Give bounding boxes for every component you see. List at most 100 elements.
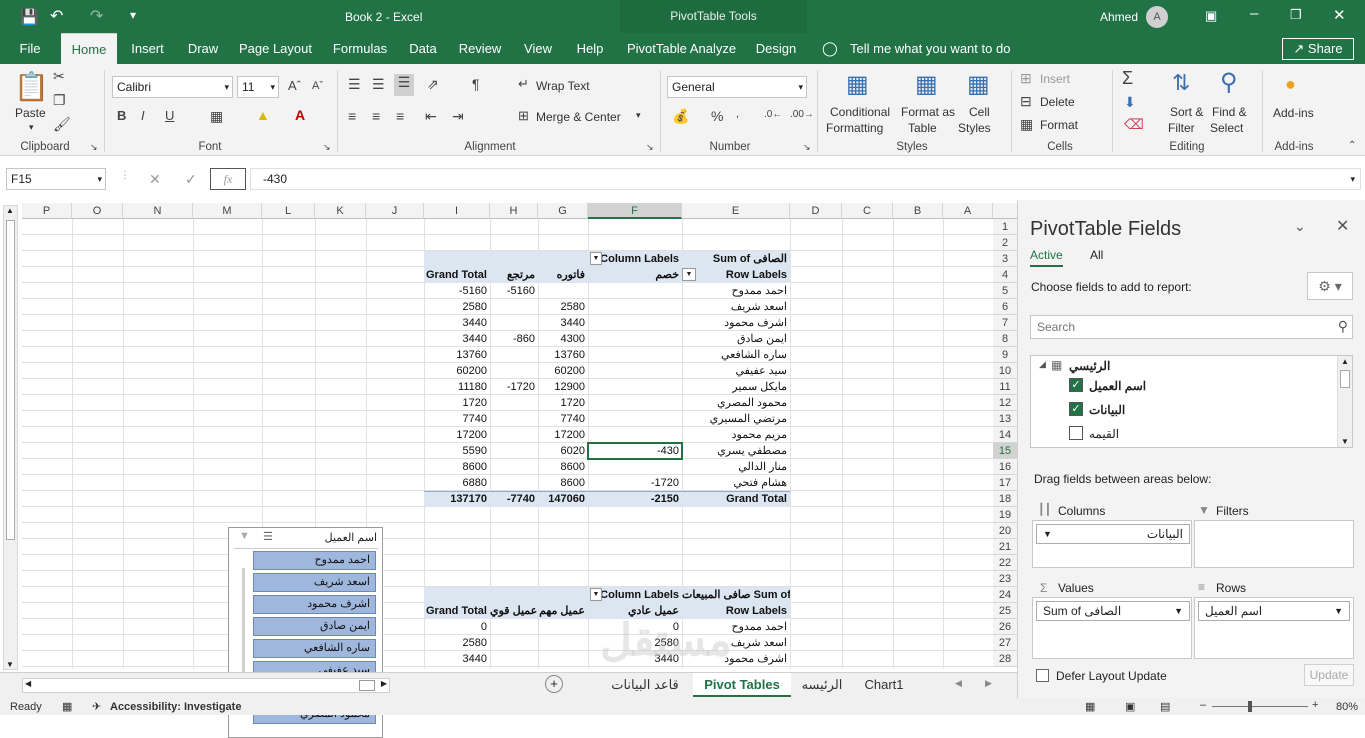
underline-icon[interactable]: U bbox=[165, 108, 174, 123]
column-header[interactable]: B bbox=[893, 203, 943, 219]
selected-cell[interactable] bbox=[587, 442, 683, 460]
tab-page-layout[interactable]: Page Layout bbox=[237, 33, 314, 64]
accounting-format-icon[interactable]: 💰 bbox=[672, 108, 689, 125]
insert-function-button[interactable]: fx bbox=[210, 168, 246, 190]
slicer-scrollbar[interactable] bbox=[242, 568, 245, 688]
add-ins-icon[interactable]: ● bbox=[1285, 74, 1296, 95]
column-header[interactable]: L bbox=[262, 203, 315, 219]
column-header[interactable]: K bbox=[315, 203, 366, 219]
user-name[interactable]: Ahmed bbox=[1100, 10, 1138, 24]
zoom-slider[interactable] bbox=[1212, 706, 1308, 707]
page-break-view-icon[interactable]: ▤ bbox=[1160, 700, 1170, 713]
pane-close-icon[interactable]: ✕ bbox=[1336, 216, 1349, 236]
accessibility-status[interactable]: Accessibility: Investigate bbox=[110, 701, 241, 713]
find-select-button[interactable]: Find & bbox=[1212, 105, 1247, 119]
row-header[interactable]: 27 bbox=[993, 635, 1017, 651]
pane-options-icon[interactable]: ⌄ bbox=[1294, 218, 1306, 235]
format-as-table-icon[interactable]: ▦ bbox=[915, 70, 938, 99]
sort-filter-icon[interactable]: ⇅ bbox=[1172, 70, 1190, 96]
row-header[interactable]: 12 bbox=[993, 395, 1017, 411]
zoom-thumb[interactable] bbox=[1248, 701, 1252, 712]
column-header[interactable]: E bbox=[682, 203, 790, 219]
tab-active[interactable]: Active bbox=[1030, 248, 1063, 267]
cancel-icon[interactable]: ✕ bbox=[149, 171, 161, 188]
horizontal-scrollbar[interactable]: ◀ ▶ bbox=[22, 678, 390, 693]
macro-icon[interactable]: ▦ bbox=[62, 700, 72, 713]
redo-icon[interactable]: ↷ bbox=[90, 6, 103, 26]
rows-field-pill[interactable]: اسم العميل ▼ bbox=[1198, 601, 1350, 621]
percent-icon[interactable]: % bbox=[711, 108, 723, 124]
search-icon[interactable]: ⚲ bbox=[1338, 318, 1348, 335]
tab-help[interactable]: Help bbox=[570, 33, 610, 64]
page-layout-view-icon[interactable]: ▣ bbox=[1125, 700, 1135, 713]
column-filter-button[interactable]: ▼ bbox=[590, 588, 602, 601]
font-launcher-icon[interactable]: ↘ bbox=[323, 142, 331, 153]
more-icon[interactable]: ⋮ bbox=[120, 170, 130, 181]
decrease-decimal-icon[interactable]: .00→ bbox=[790, 109, 814, 120]
tab-data[interactable]: Data bbox=[404, 33, 442, 64]
font-color-icon[interactable]: A bbox=[295, 107, 305, 123]
zoom-level[interactable]: 80% bbox=[1336, 701, 1358, 713]
ribbon-display-icon[interactable]: ▣ bbox=[1205, 8, 1217, 24]
field-checkbox[interactable]: ✓ bbox=[1069, 402, 1083, 416]
rtl-icon[interactable]: ¶ bbox=[472, 76, 480, 92]
tab-design[interactable]: Design bbox=[750, 33, 802, 64]
bold-icon[interactable]: B bbox=[117, 108, 126, 123]
gear-icon[interactable]: ⚙ ▾ bbox=[1307, 272, 1353, 300]
align-top-icon[interactable]: ☰ bbox=[348, 76, 361, 93]
row-header[interactable]: 16 bbox=[993, 459, 1017, 475]
column-header[interactable]: G bbox=[538, 203, 588, 219]
column-header[interactable]: N bbox=[123, 203, 193, 219]
row-header[interactable]: 19 bbox=[993, 507, 1017, 523]
insert-cells-icon[interactable]: ⊞ bbox=[1020, 70, 1032, 87]
collapse-ribbon-icon[interactable]: ⌃ bbox=[1348, 140, 1356, 151]
column-header[interactable]: H bbox=[490, 203, 538, 219]
worksheet-grid[interactable]: ▲ ▼ P O N M L K J I H G F E D C B A 1234… bbox=[0, 200, 1017, 738]
increase-indent-icon[interactable]: ⇥ bbox=[452, 108, 464, 125]
column-header[interactable]: I bbox=[424, 203, 490, 219]
values-field-pill[interactable]: Sum of الصافى ▼ bbox=[1036, 601, 1190, 621]
autosum-icon[interactable]: Σ bbox=[1122, 68, 1133, 89]
restore-icon[interactable]: ❐ bbox=[1290, 7, 1302, 23]
scroll-sheets-right-icon[interactable]: ▶ bbox=[985, 678, 992, 689]
slicer-item[interactable]: ساره الشافعي bbox=[253, 639, 376, 658]
column-header[interactable]: D bbox=[790, 203, 842, 219]
number-launcher-icon[interactable]: ↘ bbox=[803, 142, 811, 153]
column-filter-button[interactable]: ▼ bbox=[590, 252, 602, 265]
customize-qat-icon[interactable]: ▾ bbox=[130, 8, 136, 22]
sheet-tab[interactable]: الرئيسه bbox=[797, 673, 847, 697]
copy-icon[interactable]: ❐ bbox=[53, 92, 66, 109]
sheet-tab-active[interactable]: Pivot Tables bbox=[693, 673, 791, 697]
undo-icon[interactable]: ↶ bbox=[50, 6, 63, 26]
row-header[interactable]: 24 bbox=[993, 587, 1017, 603]
sort-filter-button[interactable]: Sort & bbox=[1170, 105, 1203, 119]
tab-file[interactable]: File bbox=[10, 33, 50, 64]
column-header[interactable]: P bbox=[22, 203, 72, 219]
conditional-formatting-button[interactable]: Conditional bbox=[830, 105, 890, 119]
cut-icon[interactable]: ✂ bbox=[53, 68, 65, 85]
minimize-icon[interactable]: – bbox=[1250, 5, 1258, 22]
name-box[interactable]: F15 ▾ bbox=[6, 168, 106, 190]
filters-area[interactable] bbox=[1194, 520, 1354, 568]
increase-font-icon[interactable]: Aˆ bbox=[288, 78, 301, 93]
comma-icon[interactable]: , bbox=[736, 108, 739, 120]
clipboard-launcher-icon[interactable]: ↘ bbox=[90, 142, 98, 153]
merge-icon[interactable]: ⊞ bbox=[518, 108, 529, 124]
field-list-scrollbar[interactable]: ▲ ▼ bbox=[1337, 356, 1352, 447]
scroll-sheets-left-icon[interactable]: ◀ bbox=[955, 678, 962, 689]
tell-me-input[interactable]: Tell me what you want to do bbox=[850, 41, 1010, 56]
italic-icon[interactable]: I bbox=[141, 108, 145, 123]
slicer-item[interactable]: اشرف محمود bbox=[253, 595, 376, 614]
tab-all[interactable]: All bbox=[1090, 248, 1103, 262]
row-header[interactable]: 13 bbox=[993, 411, 1017, 427]
align-bottom-icon[interactable]: ☰ bbox=[394, 74, 414, 96]
column-header[interactable]: O bbox=[72, 203, 123, 219]
column-header[interactable]: M bbox=[193, 203, 262, 219]
conditional-formatting-icon[interactable]: ▦ bbox=[846, 70, 869, 99]
close-icon[interactable]: ✕ bbox=[1333, 6, 1346, 24]
tab-home[interactable]: Home bbox=[61, 33, 117, 64]
normal-view-icon[interactable]: ▦ bbox=[1085, 700, 1095, 713]
format-painter-icon[interactable]: 🖌 bbox=[53, 116, 71, 133]
row-header[interactable]: 4 bbox=[993, 267, 1017, 283]
columns-field-pill[interactable]: ▼ البيانات bbox=[1036, 524, 1190, 544]
